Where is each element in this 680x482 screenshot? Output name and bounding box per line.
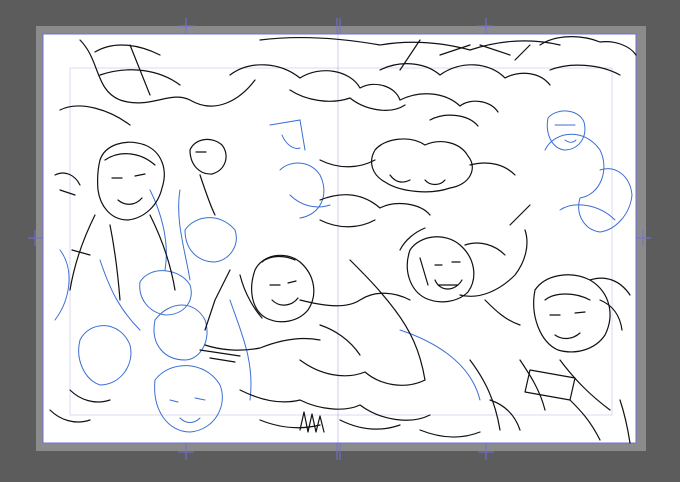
drawing-canvas[interactable]: [0, 0, 680, 482]
canvas-workspace[interactable]: [0, 0, 680, 482]
page-paper: [43, 34, 636, 443]
